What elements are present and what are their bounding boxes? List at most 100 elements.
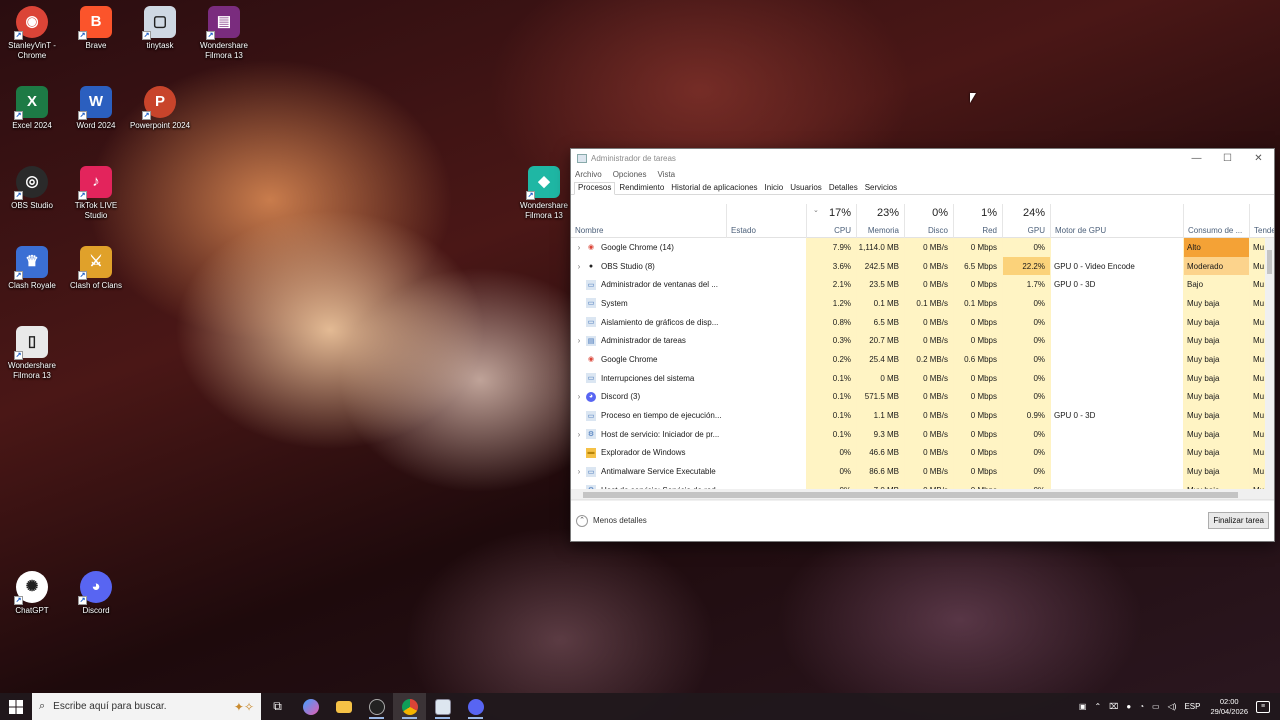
chevron-up-icon[interactable]: ⌃: [1094, 702, 1101, 711]
process-cpu-cell: 2.1%: [807, 275, 857, 295]
file-explorer-icon[interactable]: [327, 693, 360, 720]
tab-historial[interactable]: Historial de aplicaciones: [668, 183, 760, 194]
network-icon[interactable]: ▭: [1152, 702, 1160, 711]
title-bar[interactable]: Administrador de tareas — ☐ ✕: [571, 149, 1274, 167]
tray-app-icon[interactable]: ▣: [1079, 702, 1087, 711]
desktop-shortcut[interactable]: B ↗ Brave: [64, 6, 128, 51]
table-row[interactable]: ▬ Explorador de Windows 0% 46.6 MB 0 MB/s 0 M…: [571, 443, 1274, 463]
scroll-thumb[interactable]: [1267, 250, 1272, 274]
task-manager-window[interactable]: Administrador de tareas — ☐ ✕ Archivo Op…: [570, 148, 1275, 542]
column-memory[interactable]: 23% Memoria: [857, 204, 905, 238]
column-trend[interactable]: Tende: [1250, 204, 1274, 238]
desktop-shortcut-label: Wondershare Filmora 13: [520, 201, 568, 220]
desktop-shortcut[interactable]: ◆ ↗ Wondershare Filmora 13: [512, 166, 576, 221]
scroll-thumb[interactable]: [583, 492, 1238, 498]
column-name[interactable]: Nombre: [571, 204, 727, 238]
end-task-button[interactable]: Finalizar tarea: [1208, 512, 1269, 529]
desktop-shortcut[interactable]: P ↗ Powerpoint 2024: [128, 86, 192, 131]
search-box[interactable]: ⌕ Escribe aquí para buscar. ✦✧: [32, 693, 261, 720]
chrome-icon[interactable]: [393, 693, 426, 720]
copilot-icon[interactable]: [294, 693, 327, 720]
task-view-icon[interactable]: ⧉: [261, 693, 294, 720]
notification-icon[interactable]: ≡: [1256, 700, 1270, 713]
minimize-button[interactable]: —: [1181, 153, 1212, 164]
table-row[interactable]: ◉ Google Chrome 0.2% 25.4 MB 0.2 MB/s 0.6 Mbp…: [571, 350, 1274, 369]
desktop-shortcut[interactable]: ◉ ↗ StanleyVinT - Chrome: [0, 6, 64, 61]
process-disk-cell: 0 MB/s: [905, 387, 954, 407]
window-icon: ▭: [586, 279, 596, 290]
discord-icon: ◕: [586, 391, 596, 402]
tab-inicio[interactable]: Inicio: [762, 183, 787, 194]
taskmgr-icon[interactable]: [426, 693, 459, 720]
obs-icon[interactable]: [360, 693, 393, 720]
start-button[interactable]: [0, 693, 32, 720]
table-row[interactable]: ▭ Aislamiento de gráficos de disp... 0.8% 6…: [571, 312, 1274, 332]
process-engine-cell: GPU 0 - Video Encode: [1051, 256, 1184, 276]
tab-servicios[interactable]: Servicios: [862, 183, 900, 194]
column-power[interactable]: Consumo de ...: [1184, 204, 1250, 238]
process-gpu-cell: 0.9%: [1003, 406, 1051, 425]
process-name: Proceso en tiempo de ejecución...: [601, 411, 722, 421]
desktop-shortcut[interactable]: ⚔ ↗ Clash of Clans: [64, 246, 128, 291]
table-row[interactable]: › ▤ Administrador de tareas 0.3% 20.7 MB 0 MB…: [571, 331, 1274, 351]
volume-icon[interactable]: ◁): [1168, 702, 1177, 711]
expand-chevron-icon[interactable]: ›: [574, 430, 584, 439]
process-name-cell: › ▭ Antimalware Service Executable: [571, 462, 807, 481]
desktop-shortcut[interactable]: ♪ ↗ TikTok LIVE Studio: [64, 166, 128, 221]
table-row[interactable]: › ● OBS Studio (8) 3.6% 242.5 MB 0 MB/s 6.5 Mb…: [571, 256, 1274, 276]
tray-status-icon[interactable]: ◔: [1139, 702, 1144, 711]
windows-icon: [9, 699, 23, 714]
desktop-shortcut[interactable]: ▤ ↗ Wondershare Filmora 13: [192, 6, 256, 61]
microphone-icon[interactable]: ●: [1126, 702, 1131, 711]
table-row[interactable]: › ◕ Discord (3) 0.1% 571.5 MB 0 MB/s 0 Mbps 0% M…: [571, 387, 1274, 407]
discord-icon[interactable]: [459, 693, 492, 720]
menu-archivo[interactable]: Archivo: [575, 170, 602, 179]
desktop-shortcut[interactable]: ▯ ↗ Wondershare Filmora 13: [0, 326, 64, 381]
table-row[interactable]: › ◉ Google Chrome (14) 7.9% 1,114.0 MB 0 MB/s…: [571, 238, 1274, 257]
footer: ⌃ Menos detalles Finalizar tarea: [571, 499, 1274, 541]
shortcut-arrow-icon: ↗: [14, 111, 23, 120]
column-gpu-engine[interactable]: Motor de GPU: [1051, 204, 1184, 238]
clock[interactable]: 02:00 29/04/2026: [1210, 697, 1248, 717]
column-disk[interactable]: 0% Disco: [905, 204, 954, 238]
vertical-scrollbar[interactable]: [1265, 238, 1274, 489]
tab-detalles[interactable]: Detalles: [826, 183, 861, 194]
expand-chevron-icon[interactable]: ›: [574, 336, 584, 345]
desktop-shortcut[interactable]: ♛ ↗ Clash Royale: [0, 246, 64, 291]
maximize-button[interactable]: ☐: [1212, 153, 1243, 164]
expand-chevron-icon[interactable]: ›: [574, 392, 584, 401]
process-engine-cell: GPU 0 - 3D: [1051, 275, 1184, 295]
column-status[interactable]: Estado: [727, 204, 807, 238]
desktop-shortcut[interactable]: W ↗ Word 2024: [64, 86, 128, 131]
window-icon: ▭: [586, 466, 596, 477]
desktop-shortcut[interactable]: ✺ ↗ ChatGPT: [0, 571, 64, 616]
tab-usuarios[interactable]: Usuarios: [787, 183, 825, 194]
window-icon: ▭: [586, 373, 596, 384]
column-gpu[interactable]: 24% GPU: [1003, 204, 1051, 238]
desktop-shortcut[interactable]: X ↗ Excel 2024: [0, 86, 64, 131]
expand-chevron-icon[interactable]: ›: [574, 467, 584, 476]
desktop-shortcut[interactable]: ◕ ↗ Discord: [64, 571, 128, 616]
column-cpu[interactable]: ⌄ 17% CPU: [807, 204, 857, 238]
desktop-shortcut[interactable]: ▢ ↗ tinytask: [128, 6, 192, 51]
expand-chevron-icon[interactable]: ›: [574, 262, 584, 271]
language-indicator[interactable]: ESP: [1184, 702, 1200, 711]
desktop-shortcut[interactable]: ◎ ↗ OBS Studio: [0, 166, 64, 211]
search-icon: ⌕: [39, 700, 46, 712]
column-network[interactable]: 1% Red: [954, 204, 1003, 238]
table-row[interactable]: › ▭ Antimalware Service Executable 0% 86.6 M…: [571, 462, 1274, 481]
tab-rendimiento[interactable]: Rendimiento: [616, 183, 667, 194]
table-row[interactable]: ▭ Interrupciones del sistema 0.1% 0 MB 0 MB/…: [571, 368, 1274, 388]
expand-chevron-icon[interactable]: ›: [574, 243, 584, 252]
menu-vista[interactable]: Vista: [657, 170, 675, 179]
process-mem-cell: 0 MB: [857, 368, 905, 388]
less-details-button[interactable]: ⌃ Menos detalles: [576, 514, 647, 527]
tab-procesos[interactable]: Procesos: [574, 182, 616, 195]
table-row[interactable]: ▭ Proceso en tiempo de ejecución... 0.1% 1.…: [571, 406, 1274, 425]
table-row[interactable]: › ⚙ Host de servicio: Iniciador de pr... 0.…: [571, 424, 1274, 444]
tray-device-icon[interactable]: ⌧: [1109, 702, 1118, 711]
close-button[interactable]: ✕: [1243, 153, 1274, 164]
menu-opciones[interactable]: Opciones: [613, 170, 647, 179]
table-row[interactable]: ▭ System 1.2% 0.1 MB 0.1 MB/s 0.1 Mbps 0% Muy b…: [571, 294, 1274, 313]
table-row[interactable]: ▭ Administrador de ventanas del ... 2.1% 23…: [571, 275, 1274, 295]
